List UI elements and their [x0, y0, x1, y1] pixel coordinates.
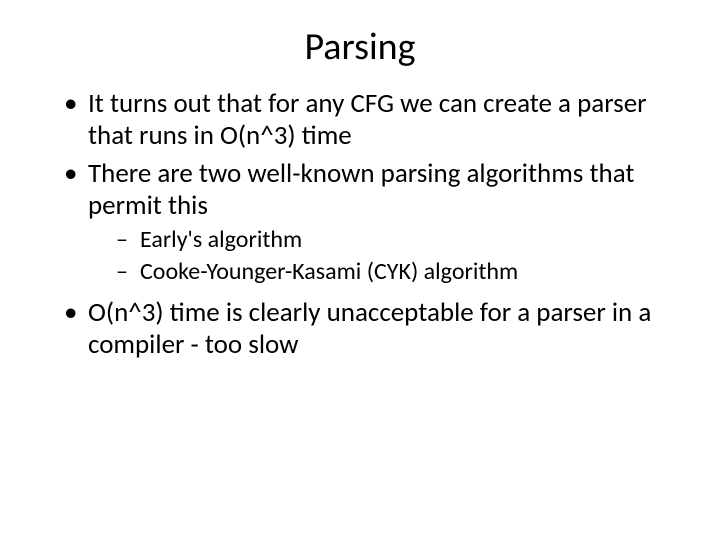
- bullet-list: It turns out that for any CFG we can cre…: [60, 88, 660, 361]
- bullet-item: There are two well-known parsing algorit…: [60, 158, 660, 288]
- bullet-text: There are two well-known parsing algorit…: [88, 157, 634, 222]
- sub-bullet-list: Early's algorithm Cooke-Younger-Kasami (…: [88, 225, 660, 287]
- sub-bullet-item: Early's algorithm: [88, 225, 660, 255]
- slide-title: Parsing: [0, 0, 720, 88]
- slide-body: It turns out that for any CFG we can cre…: [0, 88, 720, 361]
- sub-bullet-item: Cooke-Younger-Kasami (CYK) algorithm: [88, 257, 660, 287]
- bullet-item: It turns out that for any CFG we can cre…: [60, 88, 660, 152]
- bullet-item: O(n^3) time is clearly unacceptable for …: [60, 297, 660, 361]
- slide: Parsing It turns out that for any CFG we…: [0, 0, 720, 540]
